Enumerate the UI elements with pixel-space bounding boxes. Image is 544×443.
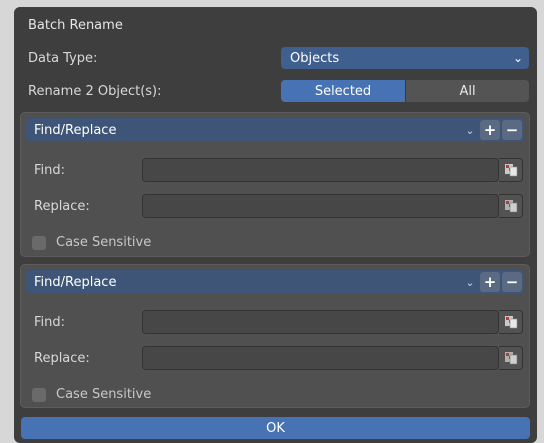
chevron-down-icon[interactable]: ⌄ xyxy=(460,276,480,289)
checkbox-box[interactable] xyxy=(32,387,46,402)
find-replace-panel: Find/Replace ⌄ + − Find: Replace: Case S… xyxy=(20,112,530,257)
add-action-button[interactable]: + xyxy=(480,120,500,140)
find-label: Find: xyxy=(34,315,66,330)
case-sensitive-checkbox[interactable]: Case Sensitive xyxy=(32,387,151,402)
dialog-title: Batch Rename xyxy=(28,18,123,33)
data-type-value: Objects xyxy=(290,50,340,66)
replace-input[interactable] xyxy=(142,194,499,218)
chevron-down-icon: ⌄ xyxy=(512,51,524,65)
remove-action-button[interactable]: − xyxy=(502,272,522,292)
case-sensitive-label: Case Sensitive xyxy=(56,235,152,250)
replace-input[interactable] xyxy=(142,346,499,370)
data-type-dropdown[interactable]: Objects ⌄ xyxy=(281,47,529,69)
add-action-button[interactable]: + xyxy=(480,272,500,292)
replace-label: Replace: xyxy=(34,351,90,366)
case-sensitive-checkbox[interactable]: Case Sensitive xyxy=(32,235,151,250)
batch-rename-dialog: Batch Rename Data Type: Objects ⌄ Rename… xyxy=(14,7,537,443)
eyedropper-icon[interactable] xyxy=(499,346,523,370)
data-type-label: Data Type: xyxy=(28,51,98,66)
scope-selected-button[interactable]: Selected xyxy=(281,80,405,102)
checkbox-box[interactable] xyxy=(32,235,46,250)
panel-type-dropdown[interactable]: Find/Replace xyxy=(26,123,460,138)
ok-button[interactable]: OK xyxy=(21,417,530,439)
find-input[interactable] xyxy=(142,310,499,334)
chevron-down-icon[interactable]: ⌄ xyxy=(460,124,480,137)
panel-header: Find/Replace ⌄ + − xyxy=(26,270,524,294)
find-input[interactable] xyxy=(142,158,499,182)
scope-all-button[interactable]: All xyxy=(405,80,529,102)
panel-header: Find/Replace ⌄ + − xyxy=(26,118,524,142)
eyedropper-icon[interactable] xyxy=(499,158,523,182)
replace-label: Replace: xyxy=(34,199,90,214)
panel-type-dropdown[interactable]: Find/Replace xyxy=(26,275,460,290)
case-sensitive-label: Case Sensitive xyxy=(56,387,152,402)
find-label: Find: xyxy=(34,163,66,178)
find-replace-panel: Find/Replace ⌄ + − Find: Replace: Case S… xyxy=(20,264,530,408)
rename-count-label: Rename 2 Object(s): xyxy=(28,84,162,99)
eyedropper-icon[interactable] xyxy=(499,194,523,218)
remove-action-button[interactable]: − xyxy=(502,120,522,140)
eyedropper-icon[interactable] xyxy=(499,310,523,334)
scope-toggle: Selected All xyxy=(281,80,529,102)
